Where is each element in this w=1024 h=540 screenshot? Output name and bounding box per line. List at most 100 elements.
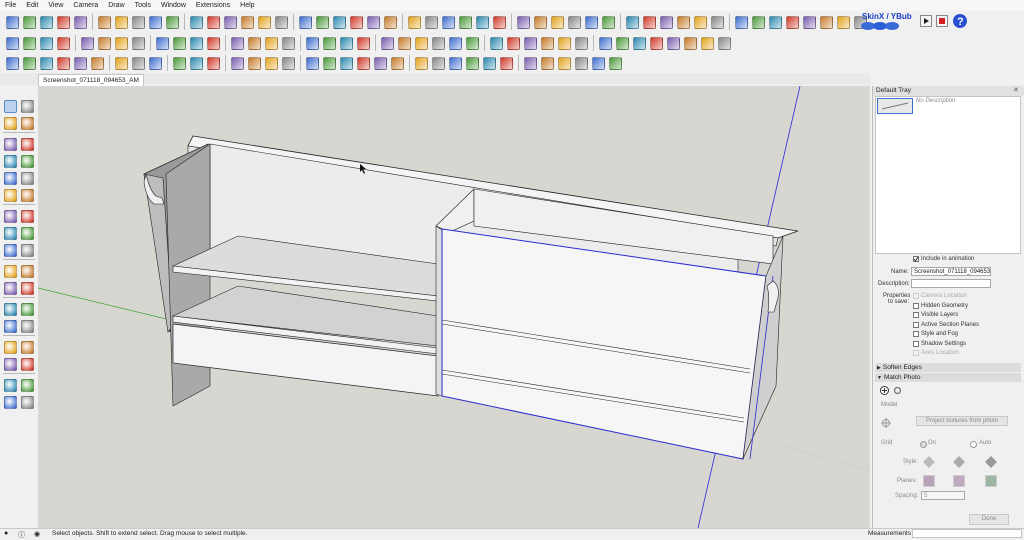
toolbar1-tool-33-icon[interactable] <box>585 15 598 29</box>
soften-edges-section[interactable]: ▶ Soften Edges <box>875 363 1021 372</box>
toolbar3-tool-3-icon[interactable] <box>40 56 53 70</box>
grid-auto-radio[interactable] <box>970 441 977 448</box>
toolbar2-tool-17-icon[interactable] <box>306 36 319 50</box>
toolbar1-tool-21-icon[interactable] <box>367 15 380 29</box>
toolbar1-tool-42-icon[interactable] <box>752 15 765 29</box>
toolbar3-tool-13-icon[interactable] <box>231 56 244 70</box>
toolbar2-tool-21-icon[interactable] <box>381 36 394 50</box>
plugin-logo-icon[interactable] <box>860 20 900 31</box>
toolbar1-tool-46-icon[interactable] <box>820 15 833 29</box>
toolbar1-tool-1-icon[interactable] <box>6 15 19 29</box>
toolbar2-tool-18-icon[interactable] <box>323 36 336 50</box>
freehand-icon[interactable] <box>21 138 34 151</box>
toolbar3-tool-16-icon[interactable] <box>282 56 295 70</box>
line-icon[interactable] <box>4 138 17 151</box>
push-pull-icon[interactable] <box>21 210 34 223</box>
scene-thumbnail[interactable] <box>877 98 913 114</box>
toolbar1-tool-34-icon[interactable] <box>602 15 615 29</box>
toolbar2-tool-15-icon[interactable] <box>265 36 278 50</box>
toolbar1-tool-17-icon[interactable] <box>299 15 312 29</box>
crosshair-icon[interactable] <box>881 418 891 428</box>
menu-edit[interactable]: Edit <box>21 0 43 11</box>
toolbar2-tool-9-icon[interactable] <box>156 36 169 50</box>
style-option-2-icon[interactable] <box>953 456 965 468</box>
toolbar2-tool-13-icon[interactable] <box>231 36 244 50</box>
toolbar2-tool-2-icon[interactable] <box>23 36 36 50</box>
toolbar1-tool-32-icon[interactable] <box>568 15 581 29</box>
model-viewport[interactable] <box>38 86 870 528</box>
property-checkbox[interactable] <box>913 293 919 299</box>
toolbar3-tool-7-icon[interactable] <box>115 56 128 70</box>
toolbar1-tool-45-icon[interactable] <box>803 15 816 29</box>
toolbar3-tool-30-icon[interactable] <box>541 56 554 70</box>
toolbar1-tool-20-icon[interactable] <box>350 15 363 29</box>
menu-window[interactable]: Window <box>156 0 191 11</box>
plane-red-blue-icon[interactable] <box>953 475 965 487</box>
toolbar2-tool-40-icon[interactable] <box>718 36 731 50</box>
toolbar1-tool-27-icon[interactable] <box>476 15 489 29</box>
dimension-icon[interactable] <box>21 265 34 278</box>
toolbar2-tool-24-icon[interactable] <box>432 36 445 50</box>
toolbar1-tool-24-icon[interactable] <box>425 15 438 29</box>
toolbar3-tool-8-icon[interactable] <box>132 56 145 70</box>
toolbar2-tool-19-icon[interactable] <box>340 36 353 50</box>
toolbar3-tool-10-icon[interactable] <box>173 56 186 70</box>
toolbar3-tool-32-icon[interactable] <box>575 56 588 70</box>
toolbar1-tool-10-icon[interactable] <box>166 15 179 29</box>
toolbar3-tool-31-icon[interactable] <box>558 56 571 70</box>
arc-icon[interactable] <box>4 189 17 202</box>
toolbar3-tool-20-icon[interactable] <box>357 56 370 70</box>
toolbar2-tool-38-icon[interactable] <box>684 36 697 50</box>
eraser-icon[interactable] <box>21 117 34 130</box>
toolbar1-tool-18-icon[interactable] <box>316 15 329 29</box>
menu-draw[interactable]: Draw <box>103 0 129 11</box>
position-camera-icon[interactable] <box>4 379 17 392</box>
toolbar1-tool-37-icon[interactable] <box>660 15 673 29</box>
toolbar2-tool-23-icon[interactable] <box>415 36 428 50</box>
toolbar3-tool-18-icon[interactable] <box>323 56 336 70</box>
toolbar2-tool-22-icon[interactable] <box>398 36 411 50</box>
match-photo-section[interactable]: ▼ Match Photo <box>875 373 1021 382</box>
toolbar1-tool-14-icon[interactable] <box>241 15 254 29</box>
circle-icon[interactable] <box>4 172 17 185</box>
toolbar1-tool-35-icon[interactable] <box>626 15 639 29</box>
toolbar2-tool-10-icon[interactable] <box>173 36 186 50</box>
scene-description-field[interactable] <box>911 279 991 288</box>
toolbar2-tool-8-icon[interactable] <box>132 36 145 50</box>
toolbar1-tool-8-icon[interactable] <box>132 15 145 29</box>
toolbar2-tool-26-icon[interactable] <box>466 36 479 50</box>
walk-icon[interactable] <box>4 396 17 409</box>
toolbar3-tool-23-icon[interactable] <box>415 56 428 70</box>
toolbar1-tool-6-icon[interactable] <box>98 15 111 29</box>
toolbar3-tool-21-icon[interactable] <box>374 56 387 70</box>
rotate-icon[interactable] <box>4 227 17 240</box>
toolbar3-tool-14-icon[interactable] <box>248 56 261 70</box>
done-button[interactable]: Done <box>969 514 1009 525</box>
toolbar2-tool-14-icon[interactable] <box>248 36 261 50</box>
select-icon[interactable] <box>4 100 17 113</box>
plane-red-green-icon[interactable] <box>923 475 935 487</box>
toolbar2-tool-20-icon[interactable] <box>357 36 370 50</box>
toolbar3-tool-34-icon[interactable] <box>609 56 622 70</box>
toolbar2-tool-1-icon[interactable] <box>6 36 19 50</box>
text-icon[interactable] <box>21 282 34 295</box>
toolbar3-tool-25-icon[interactable] <box>449 56 462 70</box>
toolbar1-tool-26-icon[interactable] <box>459 15 472 29</box>
measurements-field[interactable] <box>912 529 1022 538</box>
menu-camera[interactable]: Camera <box>68 0 103 11</box>
toolbar3-tool-29-icon[interactable] <box>524 56 537 70</box>
axes-icon[interactable] <box>4 303 17 316</box>
toolbar1-tool-43-icon[interactable] <box>769 15 782 29</box>
toolbar1-tool-19-icon[interactable] <box>333 15 346 29</box>
toolbar2-tool-30-icon[interactable] <box>541 36 554 50</box>
3d-text-icon[interactable] <box>21 303 34 316</box>
offset-icon[interactable] <box>21 244 34 257</box>
toolbar3-tool-33-icon[interactable] <box>592 56 605 70</box>
project-textures-button[interactable]: Project textures from photo <box>916 416 1008 426</box>
toolbar2-tool-16-icon[interactable] <box>282 36 295 50</box>
paint-bucket-icon[interactable] <box>4 117 17 130</box>
toolbar1-tool-15-icon[interactable] <box>258 15 271 29</box>
toolbar2-tool-34-icon[interactable] <box>616 36 629 50</box>
toolbar2-tool-27-icon[interactable] <box>490 36 503 50</box>
toolbar1-tool-11-icon[interactable] <box>190 15 203 29</box>
